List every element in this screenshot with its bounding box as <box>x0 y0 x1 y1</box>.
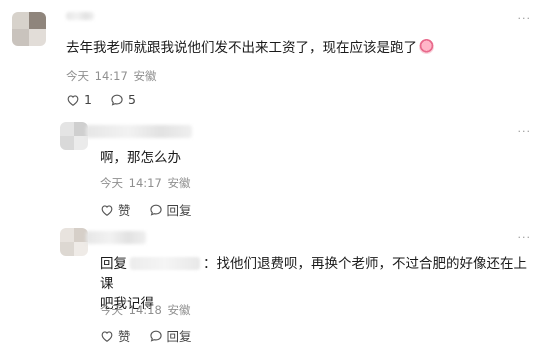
reply-button[interactable]: 回复 <box>149 326 192 344</box>
like-label: 赞 <box>118 329 131 344</box>
comment-item: ··· 去年我老师就跟我说他们发不出来工资了，现在应该是跑了 今天 14:17 … <box>0 0 553 115</box>
username[interactable] <box>86 125 192 138</box>
comment-meta: 今天 14:18 安徽 <box>100 303 191 317</box>
heart-icon <box>101 204 113 216</box>
more-options-icon[interactable]: ··· <box>518 12 532 25</box>
mentioned-username[interactable] <box>130 257 200 270</box>
like-button[interactable]: 赞 <box>100 200 131 219</box>
like-button[interactable]: 赞 <box>100 326 131 344</box>
avatar[interactable] <box>60 228 88 256</box>
crying-emoji-icon <box>419 39 434 54</box>
reply-button[interactable]: 5 <box>110 92 136 107</box>
comment-meta: 今天 14:17 安徽 <box>100 176 191 190</box>
reply-item: ··· 啊，那怎么办 今天 14:17 安徽 赞 回复 <box>0 115 553 225</box>
comment-actions: 赞 回复 <box>100 200 210 219</box>
comment-actions: 1 5 <box>66 92 154 107</box>
more-options-icon[interactable]: ··· <box>518 125 532 138</box>
comment-bubble-icon <box>149 330 162 342</box>
reply-label: 回复 <box>166 203 192 218</box>
comment-meta: 今天 14:17 安徽 <box>66 69 157 83</box>
like-label: 赞 <box>118 203 131 218</box>
reply-button[interactable]: 回复 <box>149 200 192 219</box>
username[interactable] <box>86 231 146 244</box>
comment-actions: 赞 回复 <box>100 326 210 344</box>
reply-item: ··· 回复 ：找他们退费呗，再换个老师，不过合肥的好像还在上课 吧我记得 今天 … <box>0 225 553 344</box>
comment-bubble-icon <box>111 94 123 106</box>
avatar[interactable] <box>60 122 88 150</box>
reply-label: 回复 <box>166 329 192 344</box>
heart-icon <box>101 330 113 342</box>
username[interactable] <box>66 12 94 20</box>
reply-count: 5 <box>127 92 136 107</box>
comment-bubble-icon <box>149 204 162 216</box>
avatar[interactable] <box>12 12 46 46</box>
like-count: 1 <box>84 92 92 107</box>
heart-icon <box>67 94 79 106</box>
comment-text: 啊，那怎么办 <box>100 150 181 166</box>
more-options-icon[interactable]: ··· <box>518 231 532 244</box>
comment-text: 去年我老师就跟我说他们发不出来工资了，现在应该是跑了 <box>66 38 434 58</box>
like-button[interactable]: 1 <box>66 92 92 107</box>
